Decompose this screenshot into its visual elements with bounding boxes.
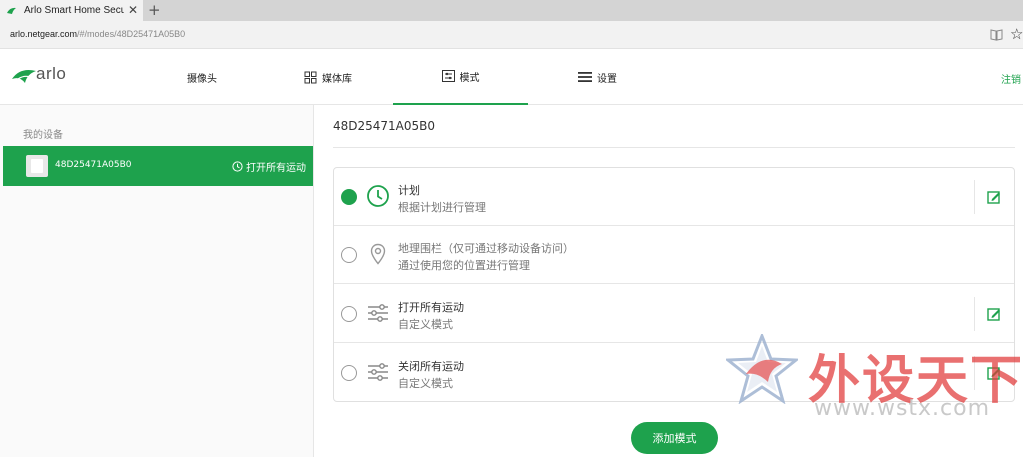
mode-item-schedule[interactable]: 计划 根据计划进行管理 [334, 168, 1014, 226]
url-host: arlo.netgear.com [10, 29, 78, 39]
mode-description: 自定义模式 [398, 318, 453, 331]
device-title: 48D25471A05B0 [333, 119, 436, 133]
menu-icon [578, 72, 592, 82]
sidebar-title: 我的设备 [23, 130, 63, 141]
nav-library[interactable]: 媒体库 [304, 49, 352, 105]
close-tab-icon[interactable]: ✕ [128, 3, 138, 17]
url-path: /#/modes/48D25471A05B0 [77, 29, 186, 39]
mode-radio[interactable] [341, 365, 357, 381]
divider [333, 147, 1015, 148]
mode-name: 关闭所有运动 [398, 360, 464, 373]
camera-thumbnail-icon [26, 155, 48, 177]
mode-description: 自定义模式 [398, 377, 453, 390]
edit-divider [974, 180, 975, 214]
sliders-icon [368, 304, 388, 322]
mode-item-arm-all[interactable]: 打开所有运动 自定义模式 [334, 285, 1014, 343]
url-text[interactable]: arlo.netgear.com/#/modes/48D25471A05B0 [10, 29, 185, 39]
sliders-icon [368, 363, 388, 381]
mode-radio[interactable] [341, 306, 357, 322]
nav-cameras-label: 摄像头 [187, 73, 217, 85]
clock-icon [232, 161, 243, 172]
nav-settings[interactable]: 设置 [578, 49, 617, 105]
device-name: 48D25471A05B0 [55, 160, 132, 170]
mode-description: 通过使用您的位置进行管理 [398, 259, 530, 272]
logo-text: arlo [36, 64, 67, 83]
device-item[interactable]: 48D25471A05B0 打开所有运动 [3, 146, 313, 186]
favorite-star-icon[interactable]: ☆ [1010, 25, 1023, 43]
mode-description: 根据计划进行管理 [398, 201, 486, 214]
edit-icon[interactable] [987, 190, 1001, 204]
browser-tab[interactable]: Arlo Smart Home Secur ✕ [0, 0, 143, 21]
arlo-favicon-icon [7, 7, 16, 14]
mode-radio-selected[interactable] [341, 189, 357, 205]
mode-name: 地理围栏（仅可通过移动设备访问） [398, 242, 574, 255]
edit-icon[interactable] [987, 307, 1001, 321]
watermark-star-logo-icon [726, 334, 798, 404]
nav-modes[interactable]: 模式 [393, 49, 528, 105]
device-sidebar: 我的设备 48D25471A05B0 打开所有运动 [0, 105, 314, 457]
add-mode-button[interactable]: 添加模式 [631, 422, 718, 454]
browser-tab-bar: Arlo Smart Home Secur ✕ + [0, 0, 1023, 21]
device-mode-status: 打开所有运动 [232, 159, 306, 174]
sliders-icon [441, 70, 455, 82]
device-mode-label: 打开所有运动 [246, 163, 306, 174]
grid-icon [304, 71, 317, 83]
nav-cameras[interactable]: 摄像头 [187, 49, 217, 105]
mode-radio[interactable] [341, 247, 357, 263]
address-bar[interactable]: arlo.netgear.com/#/modes/48D25471A05B0 ☆ [0, 21, 1023, 49]
nav-settings-label: 设置 [597, 73, 617, 85]
watermark-url: www.wstx.com [814, 396, 991, 421]
reading-view-icon[interactable] [990, 28, 1003, 41]
tab-title: Arlo Smart Home Secur [24, 5, 124, 16]
new-tab-icon[interactable]: + [148, 1, 161, 19]
mode-name: 计划 [398, 184, 420, 197]
location-pin-icon [370, 243, 386, 265]
nav-library-label: 媒体库 [322, 73, 352, 85]
mode-name: 打开所有运动 [398, 301, 464, 314]
app-header: arlo 摄像头 媒体库 模式 设置 注销 [0, 49, 1023, 105]
mode-item-geofencing: 地理围栏（仅可通过移动设备访问） 通过使用您的位置进行管理 [334, 226, 1014, 284]
nav-modes-label: 模式 [459, 72, 480, 84]
logout-link[interactable]: 注销 [1001, 71, 1021, 86]
clock-icon [367, 185, 389, 207]
edit-divider [974, 297, 975, 331]
